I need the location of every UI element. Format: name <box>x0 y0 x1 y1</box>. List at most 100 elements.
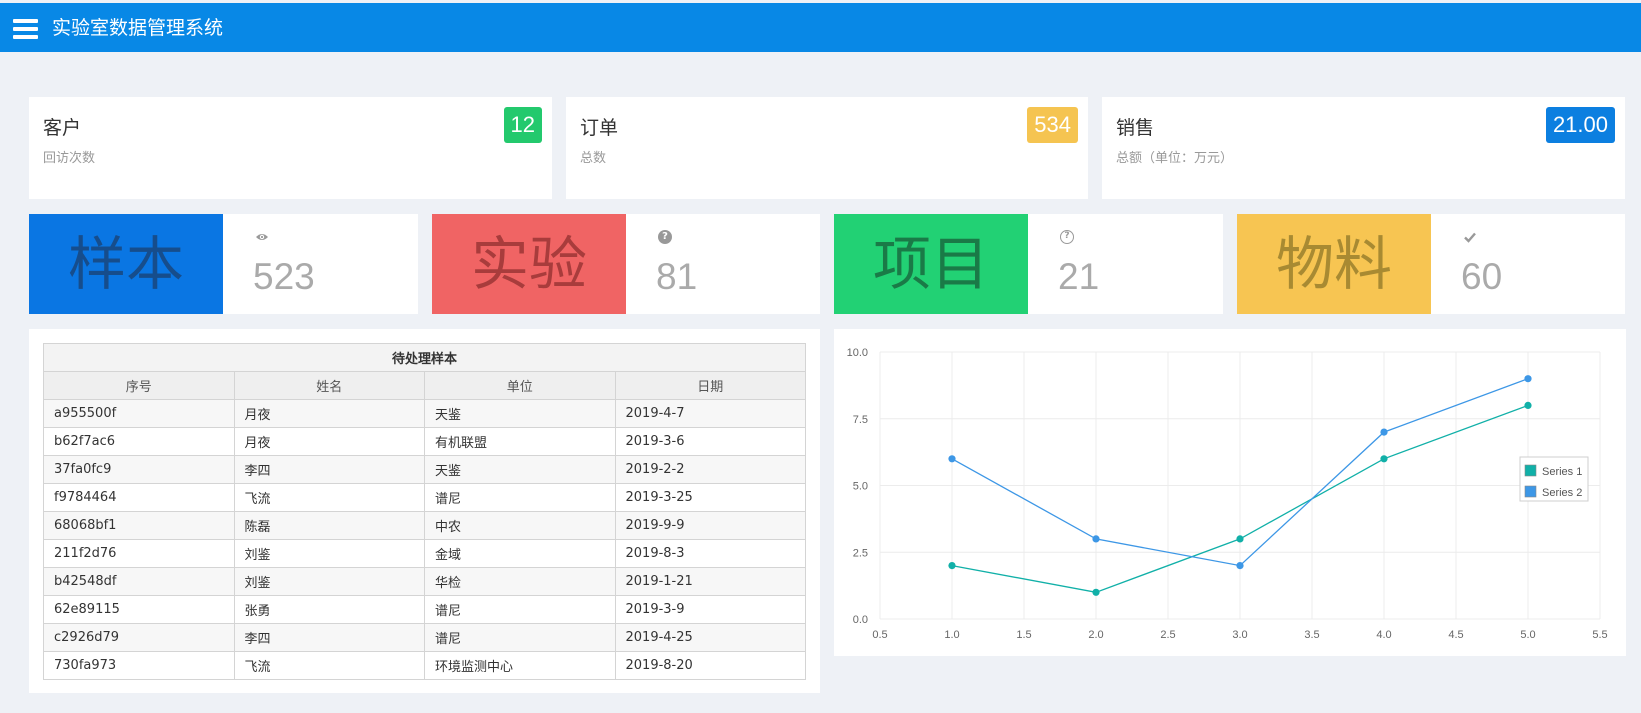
x-tick-label: 3.5 <box>1304 629 1319 641</box>
x-tick-label: 4.5 <box>1448 629 1463 641</box>
table-cell: a955500f <box>43 399 235 428</box>
stat-card-title: 客户 <box>43 117 82 139</box>
table-cell: 月夜 <box>233 399 425 428</box>
legend-swatch <box>1524 464 1537 477</box>
tile-color-block: 实验 <box>432 214 626 314</box>
hamburger-menu-icon[interactable] <box>13 19 38 39</box>
stat-card-customers: 客户 回访次数 12 <box>29 97 552 199</box>
table-cell: 2019-3-6 <box>614 427 806 456</box>
table-cell: 62e89115 <box>43 595 235 624</box>
y-tick-label: 7.5 <box>853 414 868 426</box>
table-row[interactable]: c2926d79 李四 谱尼 2019-4-25 <box>43 623 806 652</box>
table-cell: 谱尼 <box>424 595 616 624</box>
table-row[interactable]: 37fa0fc9 李四 天鉴 2019-2-2 <box>43 455 806 484</box>
stat-card-badge: 534 <box>1027 107 1078 143</box>
column-header-id: 序号 <box>43 371 235 400</box>
table-row[interactable]: 730fa973 飞流 环境监测中心 2019-8-20 <box>43 651 806 680</box>
tile-projects[interactable]: 项目 ? 21 <box>834 214 1223 314</box>
table-row[interactable]: b62f7ac6 月夜 有机联盟 2019-3-6 <box>43 427 806 456</box>
x-tick-label: 1.5 <box>1016 629 1031 641</box>
column-header-unit: 单位 <box>424 371 616 400</box>
table-cell: 飞流 <box>233 651 425 680</box>
eye-icon <box>255 230 269 244</box>
table-row[interactable]: f9784464 飞流 谱尼 2019-3-25 <box>43 483 806 512</box>
tile-color-block: 物料 <box>1237 214 1431 314</box>
app-title: 实验室数据管理系统 <box>52 17 224 39</box>
table-cell: 环境监测中心 <box>424 651 616 680</box>
table-cell: f9784464 <box>43 483 235 512</box>
y-tick-label: 0.0 <box>853 614 868 626</box>
stat-card-subtitle: 总数 <box>580 151 607 166</box>
check-icon <box>1463 230 1477 244</box>
y-tick-label: 2.5 <box>853 547 868 559</box>
y-tick-label: 5.0 <box>853 481 868 493</box>
table-cell: 730fa973 <box>43 651 235 680</box>
legend-swatch <box>1524 485 1537 498</box>
table-cell: 2019-4-25 <box>614 623 806 652</box>
legend-label: Series 1 <box>1542 466 1582 478</box>
table-cell: 2019-1-21 <box>614 567 806 596</box>
table-cell: 2019-3-9 <box>614 595 806 624</box>
data-point <box>1380 428 1388 436</box>
y-tick-label: 10.0 <box>847 347 868 359</box>
data-point <box>948 562 956 570</box>
table-cell: 211f2d76 <box>43 539 235 568</box>
x-tick-label: 4.0 <box>1376 629 1391 641</box>
table-cell: 张勇 <box>233 595 425 624</box>
table-cell: 金域 <box>424 539 616 568</box>
table-row[interactable]: 62e89115 张勇 谱尼 2019-3-9 <box>43 595 806 624</box>
x-tick-label: 2.5 <box>1160 629 1175 641</box>
table-cell: 2019-3-25 <box>614 483 806 512</box>
table-cell: 天鉴 <box>424 455 616 484</box>
tile-label: 样本 <box>67 230 184 298</box>
table-cell: 37fa0fc9 <box>43 455 235 484</box>
x-tick-label: 2.0 <box>1088 629 1103 641</box>
table-row[interactable]: b42548df 刘鉴 华检 2019-1-21 <box>43 567 806 596</box>
table-row[interactable]: 68068bf1 陈磊 中农 2019-9-9 <box>43 511 806 540</box>
tile-value: 60 <box>1461 256 1503 297</box>
x-tick-label: 3.0 <box>1232 629 1247 641</box>
tile-color-block: 样本 <box>29 214 223 314</box>
stat-card-title: 订单 <box>580 117 619 139</box>
tile-samples[interactable]: 样本 523 <box>29 214 418 314</box>
table-cell: 李四 <box>233 623 425 652</box>
top-navbar: 实验室数据管理系统 <box>0 3 1641 52</box>
table-cell: 2019-4-7 <box>614 399 806 428</box>
table-cell: 2019-9-9 <box>614 511 806 540</box>
pending-samples-panel: 待处理样本 序号 姓名 单位 日期 a955500f 月夜 天鉴 2019-4-7 b6… <box>29 329 820 693</box>
table-cell: b62f7ac6 <box>43 427 235 456</box>
table-caption: 待处理样本 <box>43 343 806 372</box>
data-point <box>1092 588 1100 596</box>
tile-color-block: 项目 <box>834 214 1028 314</box>
stat-card-subtitle: 总额（单位：万元） <box>1116 151 1234 166</box>
x-tick-label: 5.0 <box>1520 629 1535 641</box>
data-point <box>1236 562 1244 570</box>
table-cell: 刘鉴 <box>233 539 425 568</box>
line-chart-panel: 0.5 1.0 1.5 2.0 2.5 3.0 3.5 4.0 4.5 5.0 5.5 0.0 2.5 5… <box>834 329 1626 656</box>
legend-label: Series 2 <box>1542 487 1582 499</box>
data-point <box>1380 455 1388 463</box>
table-cell: 华检 <box>424 567 616 596</box>
line-chart: 0.5 1.0 1.5 2.0 2.5 3.0 3.5 4.0 4.5 5.0 5.5 0.0 2.5 5… <box>847 347 1608 641</box>
tile-label: 实验 <box>470 230 587 298</box>
table-cell: 中农 <box>424 511 616 540</box>
question-circle-outline-icon: ? <box>1060 230 1074 244</box>
stat-card-badge: 12 <box>503 107 542 143</box>
stat-card-sales: 销售 总额（单位：万元） 21.00 <box>1102 97 1625 199</box>
tile-experiments[interactable]: 实验 ? 81 <box>432 214 820 314</box>
question-circle-icon: ? <box>658 230 672 244</box>
column-header-name: 姓名 <box>233 371 425 400</box>
tile-value: 21 <box>1058 256 1100 297</box>
table-row[interactable]: a955500f 月夜 天鉴 2019-4-7 <box>43 399 806 428</box>
stat-card-title: 销售 <box>1116 117 1155 139</box>
table-cell: 李四 <box>233 455 425 484</box>
table-cell: 68068bf1 <box>43 511 235 540</box>
data-point <box>1092 535 1100 543</box>
table-row[interactable]: 211f2d76 刘鉴 金域 2019-8-3 <box>43 539 806 568</box>
table-cell: 天鉴 <box>424 399 616 428</box>
column-header-date: 日期 <box>614 371 806 400</box>
tile-value: 81 <box>656 256 698 297</box>
tile-materials[interactable]: 物料 60 <box>1237 214 1625 314</box>
table-cell: 谱尼 <box>424 623 616 652</box>
pending-samples-table: 待处理样本 序号 姓名 单位 日期 a955500f 月夜 天鉴 2019-4-7 b6… <box>43 343 806 680</box>
